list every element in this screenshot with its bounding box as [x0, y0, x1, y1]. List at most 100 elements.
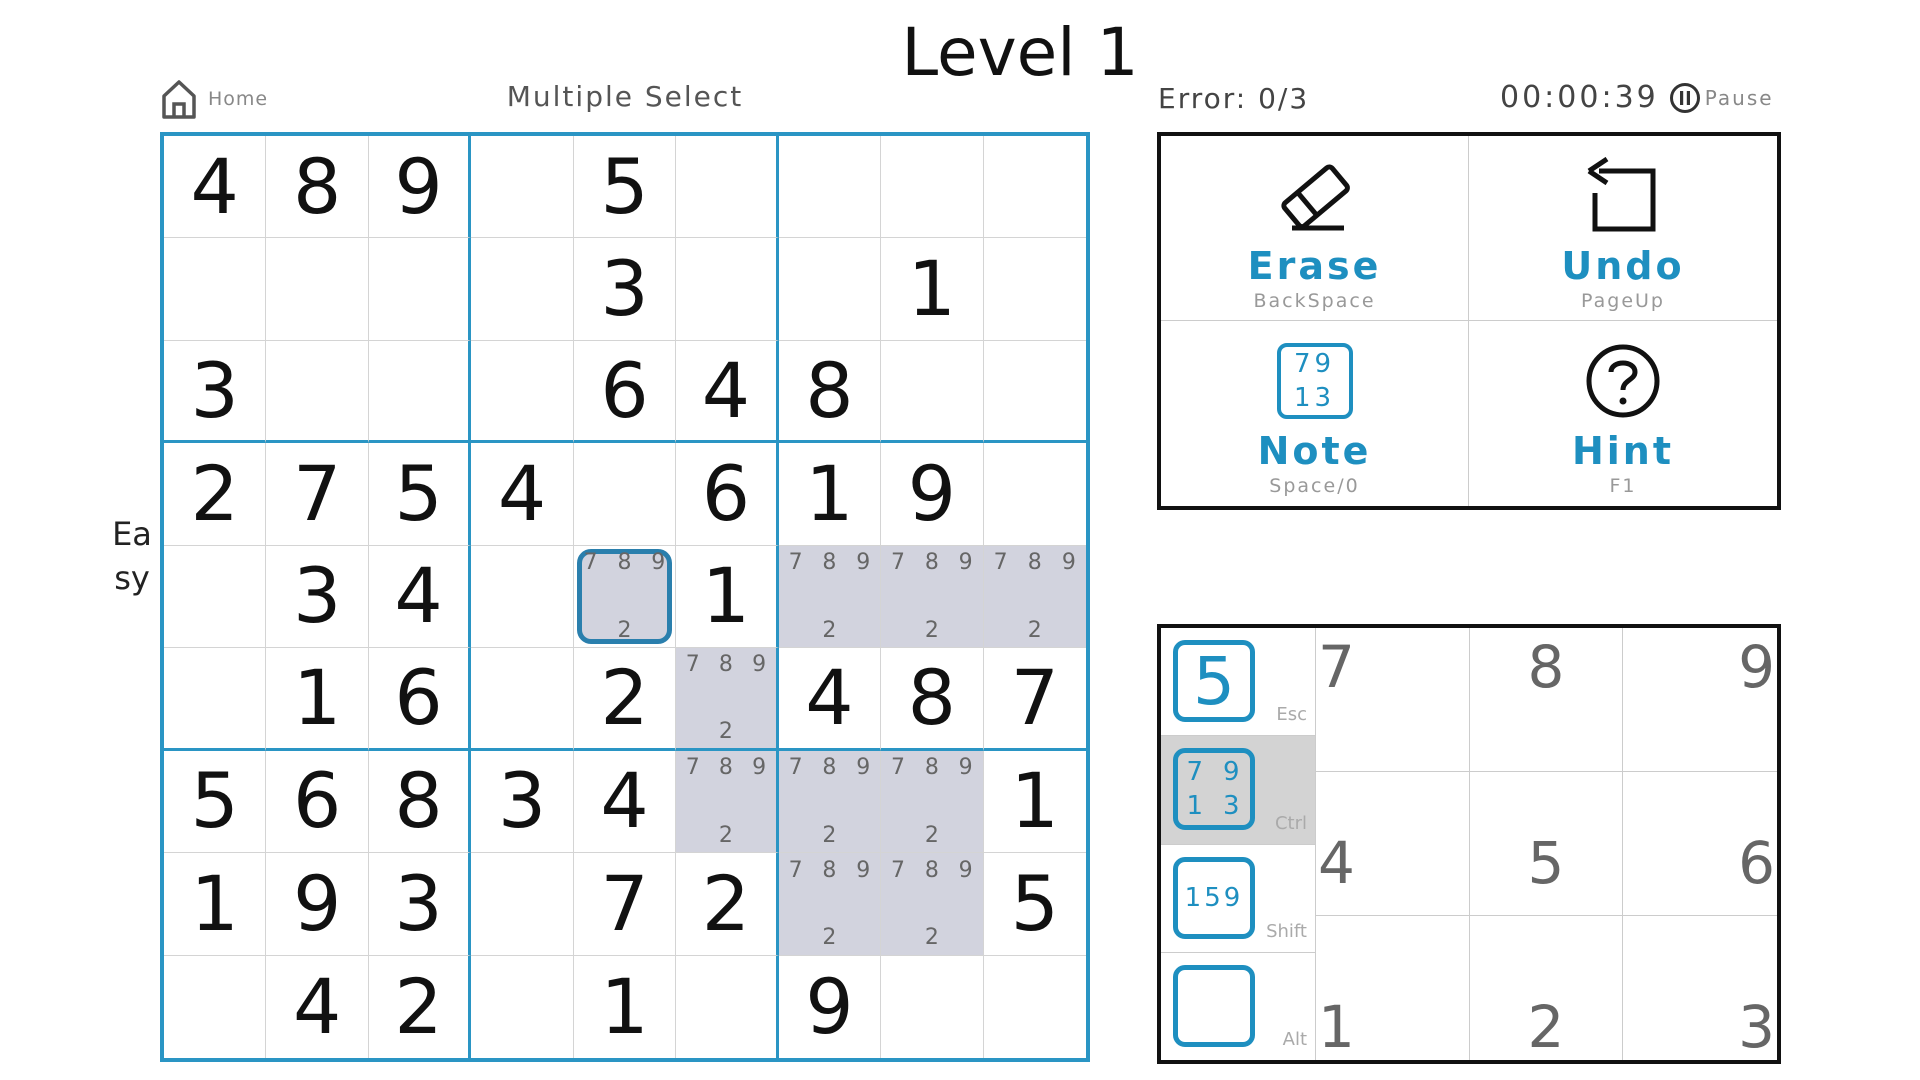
- board-cell[interactable]: [471, 238, 574, 341]
- board-cell[interactable]: 6: [368, 648, 472, 751]
- board-cell[interactable]: [778, 238, 882, 341]
- board-cell[interactable]: [983, 238, 1086, 341]
- digit-button[interactable]: 1: [1316, 916, 1470, 1060]
- board-cell[interactable]: 4: [266, 955, 369, 1058]
- board-cell[interactable]: 789 2: [778, 545, 882, 649]
- digit-button[interactable]: 7: [1316, 628, 1470, 772]
- board-cell[interactable]: [368, 340, 472, 444]
- board-cell[interactable]: 2: [164, 443, 267, 546]
- digit-button[interactable]: 3: [1623, 916, 1777, 1060]
- mode-normal-button[interactable]: 5 Esc: [1161, 628, 1315, 737]
- board-cell[interactable]: 5: [164, 750, 267, 854]
- board-cell[interactable]: 3: [471, 750, 574, 854]
- board-cell[interactable]: 9: [881, 443, 984, 546]
- board-cell[interactable]: 2: [368, 955, 472, 1058]
- mode-center-button[interactable]: 159 Shift: [1161, 845, 1315, 953]
- undo-button[interactable]: Undo PageUp: [1469, 136, 1777, 321]
- board-cell[interactable]: 8: [881, 648, 984, 751]
- board-cell[interactable]: [471, 955, 574, 1058]
- board-cell[interactable]: [983, 136, 1086, 239]
- board-cell[interactable]: [676, 955, 779, 1058]
- board-cell[interactable]: 6: [676, 443, 779, 546]
- board-cell[interactable]: [266, 238, 369, 341]
- board-cell[interactable]: 789 2: [778, 750, 882, 854]
- board-cell[interactable]: [983, 955, 1086, 1058]
- board-cell[interactable]: 4: [676, 340, 779, 444]
- board-cell[interactable]: 4: [471, 443, 574, 546]
- board-cell[interactable]: 5: [368, 443, 472, 546]
- board-cell[interactable]: [676, 238, 779, 341]
- board-cell[interactable]: 9: [778, 955, 882, 1058]
- board-cell[interactable]: 789 2: [676, 750, 779, 854]
- board-cell[interactable]: 8: [266, 136, 369, 239]
- digit-button[interactable]: 2: [1470, 916, 1624, 1060]
- board-cell[interactable]: 789 2: [778, 853, 882, 956]
- board-cell[interactable]: 5: [573, 136, 677, 239]
- home-button[interactable]: Home: [160, 78, 268, 120]
- board-cell[interactable]: 3: [164, 340, 267, 444]
- board-cell[interactable]: 4: [778, 648, 882, 751]
- board-cell[interactable]: [266, 340, 369, 444]
- board-cell[interactable]: 789 2: [881, 750, 984, 854]
- note-button[interactable]: 79 13 Note Space/0: [1161, 321, 1469, 506]
- board-cell[interactable]: [164, 955, 267, 1058]
- board-cell[interactable]: [881, 136, 984, 239]
- digit-button[interactable]: 4: [1316, 772, 1470, 916]
- board-cell[interactable]: 3: [573, 238, 677, 341]
- digit-button[interactable]: 6: [1623, 772, 1777, 916]
- digit-button[interactable]: 9: [1623, 628, 1777, 772]
- board-cell[interactable]: 8: [778, 340, 882, 444]
- mode-corner-button[interactable]: 79 13 Ctrl: [1161, 736, 1315, 845]
- board-cell[interactable]: 1: [676, 545, 779, 649]
- board-cell[interactable]: 1: [573, 955, 677, 1058]
- board-cell[interactable]: [164, 238, 267, 341]
- board-cell[interactable]: 789 2: [676, 648, 779, 751]
- board-cell[interactable]: 4: [164, 136, 267, 239]
- board-cell[interactable]: 8: [368, 750, 472, 854]
- board-cell[interactable]: [471, 340, 574, 444]
- board-cell[interactable]: [676, 136, 779, 239]
- board-cell[interactable]: 6: [266, 750, 369, 854]
- digit-button[interactable]: 5: [1469, 772, 1624, 916]
- board-cell[interactable]: 4: [368, 545, 472, 649]
- board-cell[interactable]: [164, 648, 267, 751]
- board-cell[interactable]: [881, 955, 984, 1058]
- digit-button[interactable]: 8: [1469, 628, 1624, 772]
- board-cell[interactable]: 789 2: [573, 545, 677, 649]
- board-cell[interactable]: 1: [881, 238, 984, 341]
- board-cell[interactable]: [471, 853, 574, 956]
- board-cell[interactable]: 6: [573, 340, 677, 444]
- board-cell[interactable]: 789 2: [881, 853, 984, 956]
- board-cell[interactable]: [881, 340, 984, 444]
- board-cell[interactable]: 7: [266, 443, 369, 546]
- pause-button[interactable]: Pause: [1669, 82, 1774, 114]
- board-cell[interactable]: 2: [676, 853, 779, 956]
- board-cell[interactable]: 1: [778, 443, 882, 546]
- board-cell[interactable]: [471, 136, 574, 239]
- board-cell[interactable]: 1: [266, 648, 369, 751]
- board-cell[interactable]: 1: [983, 750, 1086, 854]
- board-cell[interactable]: [983, 443, 1086, 546]
- board-cell[interactable]: 789 2: [881, 545, 984, 649]
- erase-button[interactable]: Erase BackSpace: [1161, 136, 1469, 321]
- board-cell[interactable]: [164, 545, 267, 649]
- board-cell[interactable]: [471, 648, 574, 751]
- board-cell[interactable]: 3: [266, 545, 369, 649]
- board-cell[interactable]: 1: [164, 853, 267, 956]
- board-cell[interactable]: [983, 340, 1086, 444]
- board-cell[interactable]: [368, 238, 472, 341]
- board-cell[interactable]: 7: [573, 853, 677, 956]
- hint-button[interactable]: Hint F1: [1469, 321, 1777, 506]
- board-cell[interactable]: 789 2: [983, 545, 1086, 649]
- board-cell[interactable]: 4: [573, 750, 677, 854]
- board-cell[interactable]: [573, 443, 677, 546]
- board-cell[interactable]: 9: [266, 853, 369, 956]
- board-cell[interactable]: [778, 136, 882, 239]
- mode-color-button[interactable]: Alt: [1161, 953, 1315, 1060]
- board-cell[interactable]: 3: [368, 853, 472, 956]
- board-cell[interactable]: 9: [368, 136, 472, 239]
- board-cell[interactable]: 5: [983, 853, 1086, 956]
- board-cell[interactable]: [471, 545, 574, 649]
- board-cell[interactable]: 2: [573, 648, 677, 751]
- board-cell[interactable]: 7: [983, 648, 1086, 751]
